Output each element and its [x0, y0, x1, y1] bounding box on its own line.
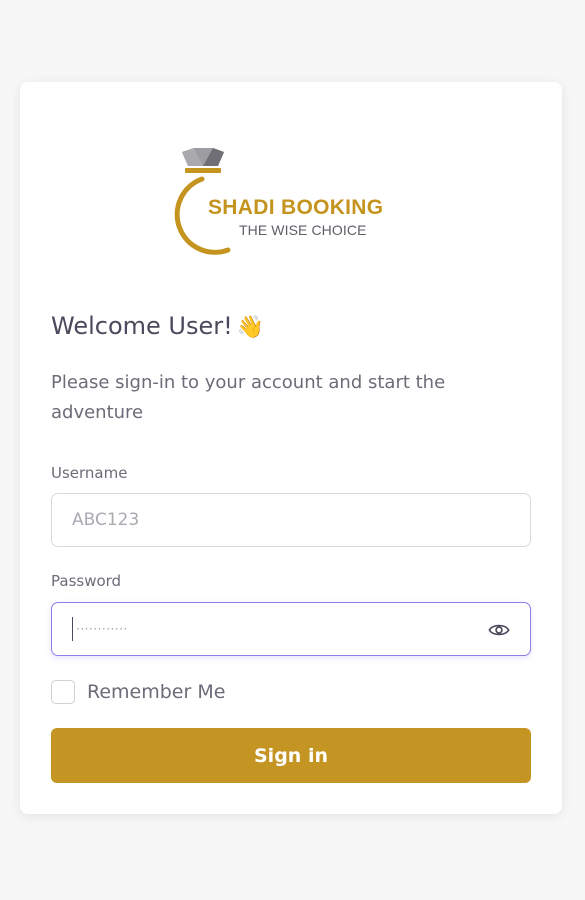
logo-brand-text: SHADI BOOKING: [208, 196, 384, 219]
username-input[interactable]: ABC123: [51, 493, 531, 547]
eye-icon[interactable]: [488, 620, 510, 640]
password-label: Password: [51, 572, 122, 590]
password-value: ············: [76, 622, 128, 636]
sign-in-button[interactable]: Sign in: [51, 728, 531, 783]
username-label: Username: [51, 464, 128, 482]
welcome-heading: Welcome User! 👋: [51, 312, 264, 340]
username-placeholder: ABC123: [72, 510, 140, 530]
remember-me-checkbox[interactable]: [51, 680, 75, 704]
password-input[interactable]: ············: [51, 602, 531, 656]
logo-tagline: THE WISE CHOICE: [239, 222, 367, 238]
remember-me-label[interactable]: Remember Me: [87, 681, 225, 703]
login-card: SHADI BOOKING THE WISE CHOICE Welcome Us…: [20, 82, 562, 814]
welcome-title: Welcome User!: [51, 312, 233, 340]
logo: SHADI BOOKING THE WISE CHOICE: [166, 148, 426, 260]
welcome-subtitle: Please sign-in to your account and start…: [51, 372, 446, 423]
waving-hand-icon: 👋: [236, 315, 265, 340]
remember-me-row[interactable]: Remember Me: [51, 680, 225, 704]
text-caret: [72, 617, 73, 641]
